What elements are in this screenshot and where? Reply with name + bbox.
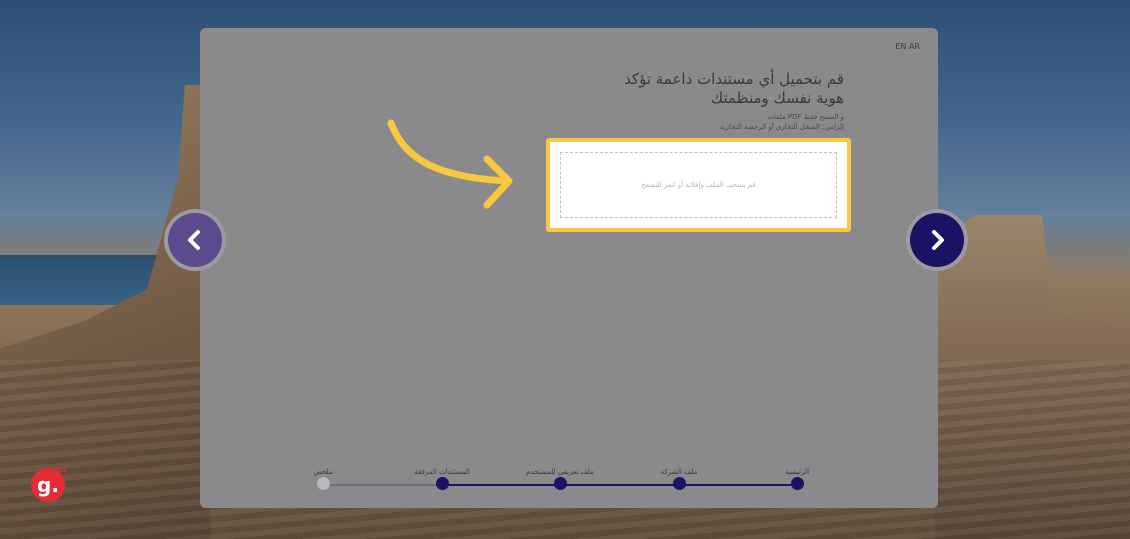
previous-button[interactable]	[164, 209, 226, 271]
upload-dialog: EN AR قم بتحميل أي مستندات داعمة تؤكد هو…	[200, 28, 938, 508]
hint-line-required: إلزامي: السجل التجاري أو الرخصة التجارية	[719, 123, 844, 131]
upload-hint: و المسح فقط PDF ملفات إلزامي: السجل التج…	[604, 112, 844, 132]
upload-title: قم بتحميل أي مستندات داعمة تؤكد هوية نفس…	[624, 70, 844, 107]
chevron-left-icon[interactable]	[168, 213, 222, 267]
hint-line-file-types: و المسح فقط PDF ملفات	[767, 113, 844, 121]
language-toggle[interactable]: EN AR	[895, 42, 920, 51]
file-dropzone[interactable]: قم بسحب الملف وإفلاته أو انقر للتصفح	[546, 138, 851, 232]
chevron-right-icon[interactable]	[910, 213, 964, 267]
dropzone-text[interactable]: قم بسحب الملف وإفلاته أو انقر للتصفح	[560, 152, 837, 218]
brand-logo-superscript: 63	[57, 466, 67, 474]
curved-arrow-icon	[387, 119, 513, 209]
next-button[interactable]	[906, 209, 968, 271]
